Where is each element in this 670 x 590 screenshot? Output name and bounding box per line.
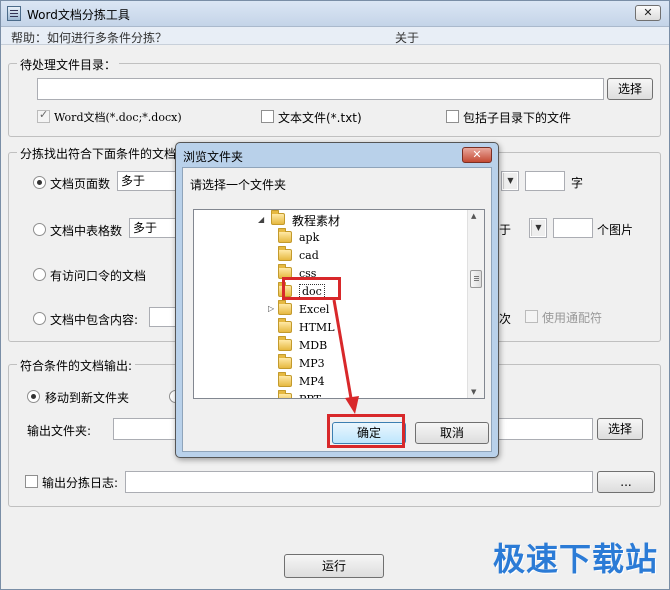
source-group: 待处理文件目录： 选择 Word文档(*.doc;*.docx) 文本文件(*.… — [8, 56, 661, 137]
folder-label: PPT — [299, 393, 321, 398]
output-folder-label: 输出文件夹: — [27, 424, 92, 438]
include-subdir-label: 包括子目录下的文件 — [463, 111, 572, 125]
source-select-button[interactable]: 选择 — [607, 78, 653, 100]
dialog-cancel-button[interactable]: 取消 — [415, 422, 489, 444]
dialog-close-button[interactable]: ✕ — [462, 147, 492, 163]
output-group-legend: 符合条件的文档输出: — [17, 357, 136, 374]
dialog-body: 请选择一个文件夹 ◢ 教程素材 apk cad css doc ▷ Excel HTML MD… — [182, 167, 492, 452]
tree-scrollbar[interactable]: ▲ ▼ — [467, 210, 484, 398]
table-count-compare-value: 多于 — [133, 221, 158, 235]
image-compare-select[interactable]: ▼ — [529, 218, 547, 238]
include-subdir-checkbox[interactable] — [446, 110, 459, 123]
folder-tree[interactable]: ◢ 教程素材 apkcadcssdoc▷ExcelHTMLMDBMP3MP4PP… — [193, 209, 485, 399]
times-label: 次 — [499, 312, 512, 326]
ok-button-highlight — [327, 414, 405, 448]
window-title: Word文档分拣工具 — [27, 8, 130, 22]
folder-icon — [278, 246, 292, 261]
folder-icon — [278, 354, 292, 369]
tree-row-apk[interactable]: apk — [278, 228, 428, 247]
contains-radio[interactable] — [33, 312, 46, 325]
window-close-button[interactable]: ✕ — [635, 5, 661, 21]
output-select-button[interactable]: 选择 — [597, 418, 643, 440]
app-icon — [7, 6, 21, 21]
folder-label: Excel — [299, 303, 330, 316]
parent-folder-label: 教程素材 — [292, 214, 341, 228]
page-count-compare-select[interactable]: 多于 — [117, 171, 177, 191]
folder-icon — [278, 318, 292, 333]
run-button[interactable]: 运行 — [284, 554, 384, 578]
log-label: 输出分拣日志: — [42, 476, 119, 490]
collapse-arrow-icon[interactable]: ◢ — [258, 215, 264, 224]
folder-icon — [278, 372, 292, 387]
text-file-checkbox[interactable] — [261, 110, 274, 123]
word-doc-label: Word文档(*.doc;*.docx) — [54, 111, 182, 124]
scroll-down-icon[interactable]: ▼ — [471, 388, 476, 396]
dialog-prompt: 请选择一个文件夹 — [190, 178, 287, 192]
wildcard-checkbox[interactable] — [525, 310, 538, 323]
tree-row-mp3[interactable]: MP3 — [278, 354, 428, 373]
log-checkbox[interactable] — [25, 475, 38, 488]
folder-label: apk — [299, 231, 320, 244]
folder-icon — [278, 390, 292, 398]
tree-row-mdb[interactable]: MDB — [278, 336, 428, 355]
menu-bar: 帮助：如何进行多条件分拣？ 关于 — [1, 27, 669, 45]
table-count-radio[interactable] — [33, 223, 46, 236]
chevron-down-icon: ▼ — [503, 173, 517, 189]
image-compare-tail: 于 — [499, 223, 512, 237]
page-count-label: 文档页面数 — [50, 177, 111, 191]
image-count-input[interactable] — [553, 218, 593, 238]
tree-row-ppt[interactable]: PPT — [278, 390, 428, 398]
tree-row-mp4[interactable]: MP4 — [278, 372, 428, 391]
log-browse-button[interactable]: ... — [597, 471, 655, 493]
folder-open-icon — [271, 210, 285, 225]
page-count-compare-value: 多于 — [121, 174, 146, 188]
scroll-up-icon[interactable]: ▲ — [471, 212, 476, 220]
folder-icon — [278, 228, 292, 243]
menu-help-link[interactable]: 帮助：如何进行多条件分拣？ — [11, 29, 167, 46]
folder-icon — [278, 300, 292, 315]
chevron-down-icon: ▼ — [531, 220, 545, 236]
source-path-input[interactable] — [37, 78, 604, 100]
page-count-unit-label: 字 — [571, 176, 584, 190]
folder-label: HTML — [299, 321, 335, 334]
wildcard-label: 使用通配符 — [542, 311, 603, 325]
tree-row-cad[interactable]: cad — [278, 246, 428, 265]
page-count-radio[interactable] — [33, 176, 46, 189]
image-unit-label: 个图片 — [597, 223, 634, 237]
contains-label: 文档中包含内容: — [50, 313, 139, 327]
page-count-unit-select[interactable]: ▼ — [501, 171, 519, 191]
selected-folder-highlight — [282, 277, 341, 300]
dialog-title: 浏览文件夹 — [183, 150, 244, 164]
tree-row-html[interactable]: HTML — [278, 318, 428, 337]
log-path-input[interactable] — [125, 471, 593, 493]
password-label: 有访问口令的文档 — [50, 269, 147, 283]
word-doc-checkbox[interactable] — [37, 108, 50, 123]
folder-label: cad — [299, 249, 319, 262]
source-group-legend: 待处理文件目录： — [17, 56, 120, 73]
folder-label: MP3 — [299, 357, 325, 370]
title-bar: Word文档分拣工具 ✕ — [1, 1, 669, 27]
password-radio[interactable] — [33, 268, 46, 281]
folder-label: MDB — [299, 339, 328, 352]
expand-arrow-icon[interactable]: ▷ — [268, 304, 274, 313]
browse-folder-dialog: 浏览文件夹 ✕ 请选择一个文件夹 ◢ 教程素材 apk cad css doc ▷ Exc… — [175, 142, 499, 458]
move-to-folder-label: 移动到新文件夹 — [45, 391, 130, 405]
watermark-text: 极速下载站 — [492, 540, 658, 578]
criteria-group-legend: 分拣找出符合下面条件的文档 — [17, 145, 180, 162]
text-file-label: 文本文件(*.txt) — [278, 111, 362, 125]
table-count-label: 文档中表格数 — [50, 224, 123, 238]
folder-label: MP4 — [299, 375, 325, 388]
tree-row-excel[interactable]: ▷ Excel — [268, 300, 428, 319]
scroll-thumb[interactable] — [470, 270, 482, 288]
folder-icon — [278, 336, 292, 351]
table-count-compare-select[interactable]: 多于 — [129, 218, 179, 238]
move-to-folder-radio[interactable] — [27, 390, 40, 403]
menu-about-link[interactable]: 关于 — [395, 29, 419, 46]
page-count-value-input[interactable] — [525, 171, 565, 191]
tree-row-parent[interactable]: ◢ 教程素材 — [258, 210, 458, 229]
